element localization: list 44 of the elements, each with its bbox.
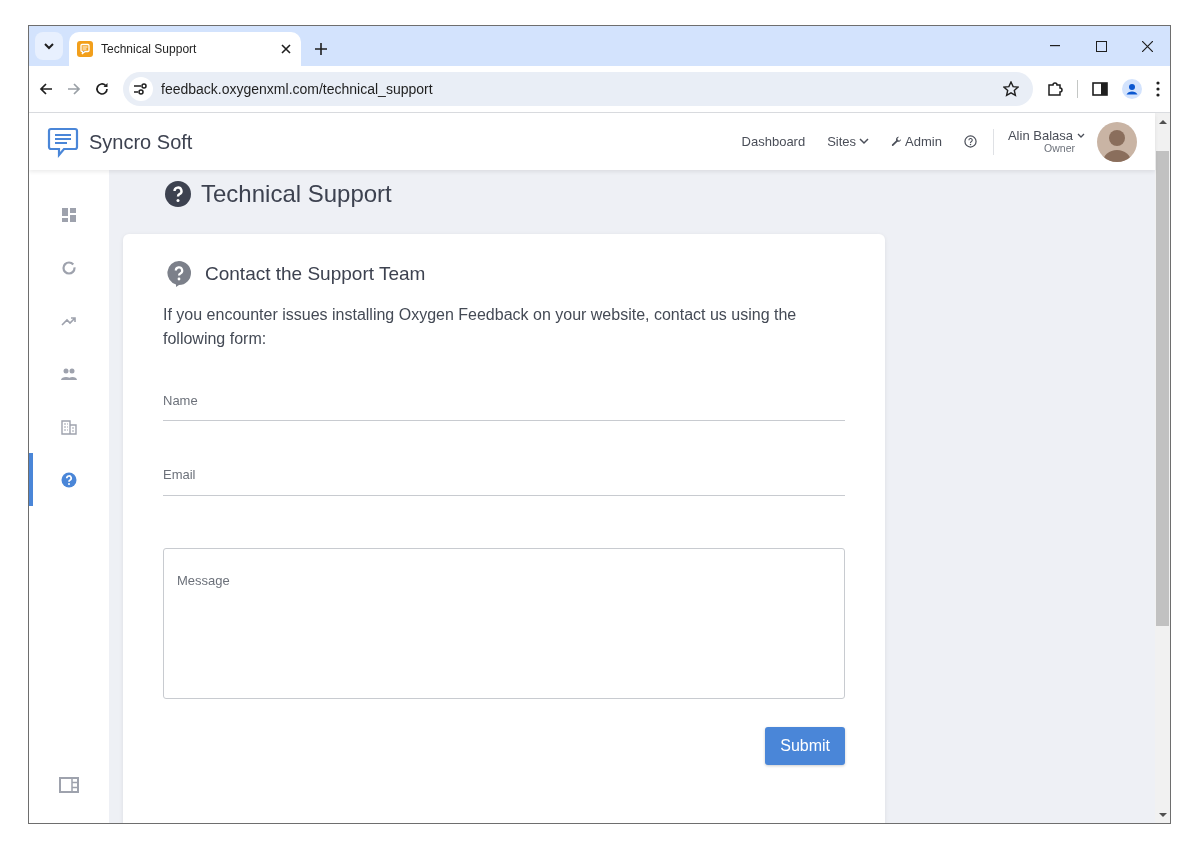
scroll-down-icon[interactable] xyxy=(1158,812,1167,818)
help-icon xyxy=(165,181,191,207)
message-field[interactable]: Message xyxy=(163,547,845,699)
caret-icon xyxy=(859,138,870,145)
tab-title: Technical Support xyxy=(101,41,198,58)
browser-tab[interactable]: Technical Support xyxy=(69,32,301,66)
wrench-icon xyxy=(891,136,903,147)
card-title: Contact the Support Team xyxy=(205,262,426,286)
caret-icon xyxy=(1077,133,1085,139)
star-icon[interactable] xyxy=(1003,81,1019,97)
nav-link[interactable]: Dashboard xyxy=(741,131,806,152)
user-role: Owner xyxy=(1044,143,1075,154)
ring-icon xyxy=(61,259,77,276)
url-text: feedback.oxygenxml.com/technical_support xyxy=(161,79,434,99)
scrollbar[interactable] xyxy=(1155,113,1170,823)
profile-icon[interactable] xyxy=(1122,79,1142,99)
building-icon xyxy=(61,418,77,435)
reload-icon[interactable] xyxy=(95,82,109,96)
more-icon[interactable] xyxy=(1156,81,1160,97)
speech-bubble-logo-icon xyxy=(47,125,79,158)
nav-link[interactable]: Admin xyxy=(891,131,942,152)
chat-icon xyxy=(77,41,93,57)
scroll-up-icon[interactable] xyxy=(1158,119,1167,125)
user-name: Alin Balasa xyxy=(1007,129,1073,143)
caret-icon xyxy=(43,40,55,52)
user-menu[interactable]: Alin Balasa Owner xyxy=(1007,129,1085,154)
submit-button[interactable]: Submit xyxy=(765,726,845,765)
help-icon[interactable] xyxy=(963,135,977,148)
nav-dropdown[interactable]: Sites xyxy=(827,131,870,152)
intro-text: If you encounter issues installing Oxygen Feedback on your website, contact us using the following form: xyxy=(163,304,798,349)
help-icon xyxy=(167,261,191,288)
site-settings-icon[interactable] xyxy=(129,77,153,101)
puzzle-icon[interactable] xyxy=(1047,81,1063,97)
dashboard-icon xyxy=(61,206,77,223)
page-title: Technical Support xyxy=(201,179,392,209)
tab-search-button[interactable] xyxy=(35,32,63,60)
side-panel-icon[interactable] xyxy=(1092,82,1108,96)
address-bar[interactable]: feedback.oxygenxml.com/technical_support xyxy=(123,72,1033,106)
close-icon[interactable] xyxy=(279,42,293,56)
forward-arrow-icon[interactable] xyxy=(67,82,81,96)
back-arrow-icon[interactable] xyxy=(39,82,53,96)
help-icon xyxy=(61,471,77,488)
avatar-silhouette[interactable] xyxy=(1097,121,1137,162)
brand-name: Syncro Soft xyxy=(89,129,193,155)
